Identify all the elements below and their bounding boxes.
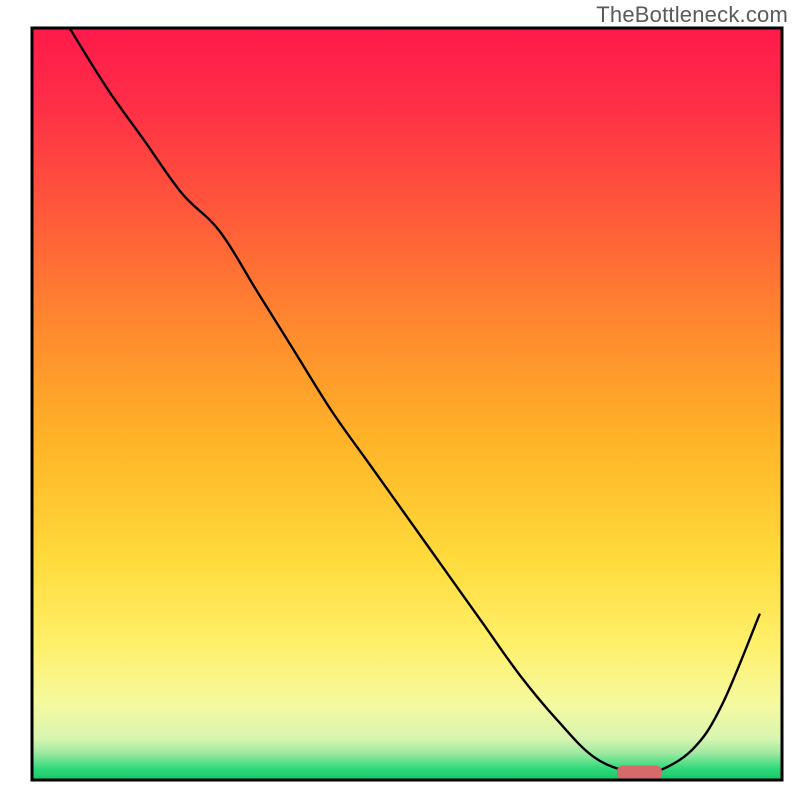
bottleneck-chart <box>0 0 800 800</box>
optimum-marker <box>617 765 662 779</box>
watermark-text: TheBottleneck.com <box>596 2 788 28</box>
chart-container: { "watermark": "TheBottleneck.com", "cha… <box>0 0 800 800</box>
